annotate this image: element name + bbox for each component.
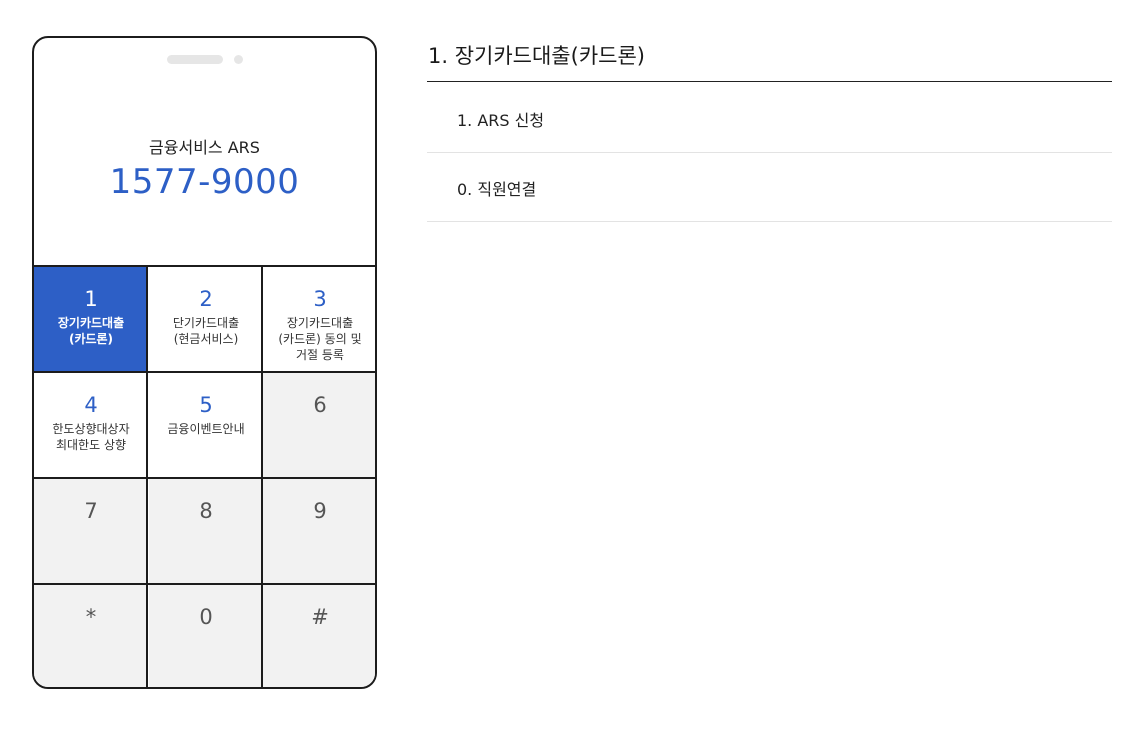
keypad-divider [34, 371, 375, 373]
key-hash[interactable]: # [263, 585, 375, 687]
key-9[interactable]: 9 [263, 479, 375, 585]
key-number: 5 [199, 393, 213, 417]
menu-item-agent-connect[interactable]: 0. 직원연결 [427, 153, 1112, 222]
key-label: 장기카드대출 (카드론) 동의 및 거절 등록 [278, 316, 362, 362]
key-number: 0 [199, 605, 213, 629]
key-label: 한도상향대상자 최대한도 상향 [52, 422, 130, 452]
key-5[interactable]: 5 금융이벤트안내 [149, 373, 263, 479]
service-phone-number: 1577-9000 [109, 162, 300, 202]
key-2[interactable]: 2 단기카드대출 (현금서비스) [149, 267, 263, 373]
key-label: 장기카드대출 (카드론) [57, 316, 125, 346]
key-4[interactable]: 4 한도상향대상자 최대한도 상향 [34, 373, 148, 479]
key-number: 2 [199, 287, 213, 311]
keypad: 1 장기카드대출 (카드론) 2 단기카드대출 (현금서비스) 3 장기카드대출 (카… [34, 265, 375, 687]
key-0[interactable]: 0 [149, 585, 263, 687]
key-6[interactable]: 6 [263, 373, 375, 479]
key-number: # [311, 605, 329, 629]
menu-item-label: 0. 직원연결 [457, 180, 537, 199]
key-8[interactable]: 8 [149, 479, 263, 585]
phone-screen: 금융서비스 ARS 1577-9000 [34, 38, 375, 265]
key-label: 금융이벤트안내 [167, 422, 245, 436]
menu-title: 1. 장기카드대출(카드론) [428, 44, 645, 68]
key-number: 6 [313, 393, 327, 417]
service-label: 금융서비스 ARS [149, 138, 260, 157]
menu-item-label: 1. ARS 신청 [457, 111, 545, 130]
camera-icon [234, 55, 243, 64]
speaker-icon [167, 55, 223, 64]
key-1[interactable]: 1 장기카드대출 (카드론) [34, 267, 148, 373]
title-divider [427, 81, 1112, 82]
key-3[interactable]: 3 장기카드대출 (카드론) 동의 및 거절 등록 [263, 267, 375, 373]
keypad-divider [34, 477, 375, 479]
menu-item-ars-apply[interactable]: 1. ARS 신청 [427, 84, 1112, 153]
key-number: 3 [313, 287, 327, 311]
key-star[interactable]: * [34, 585, 148, 687]
key-number: 7 [84, 499, 98, 523]
keypad-divider [34, 583, 375, 585]
key-number: * [85, 605, 97, 629]
key-number: 8 [199, 499, 213, 523]
key-label: 단기카드대출 (현금서비스) [172, 316, 240, 346]
key-7[interactable]: 7 [34, 479, 148, 585]
key-number: 1 [84, 287, 98, 311]
ars-phone-mockup: 금융서비스 ARS 1577-9000 1 장기카드대출 (카드론) 2 단기카드… [32, 36, 377, 689]
key-number: 4 [84, 393, 98, 417]
key-number: 9 [313, 499, 327, 523]
